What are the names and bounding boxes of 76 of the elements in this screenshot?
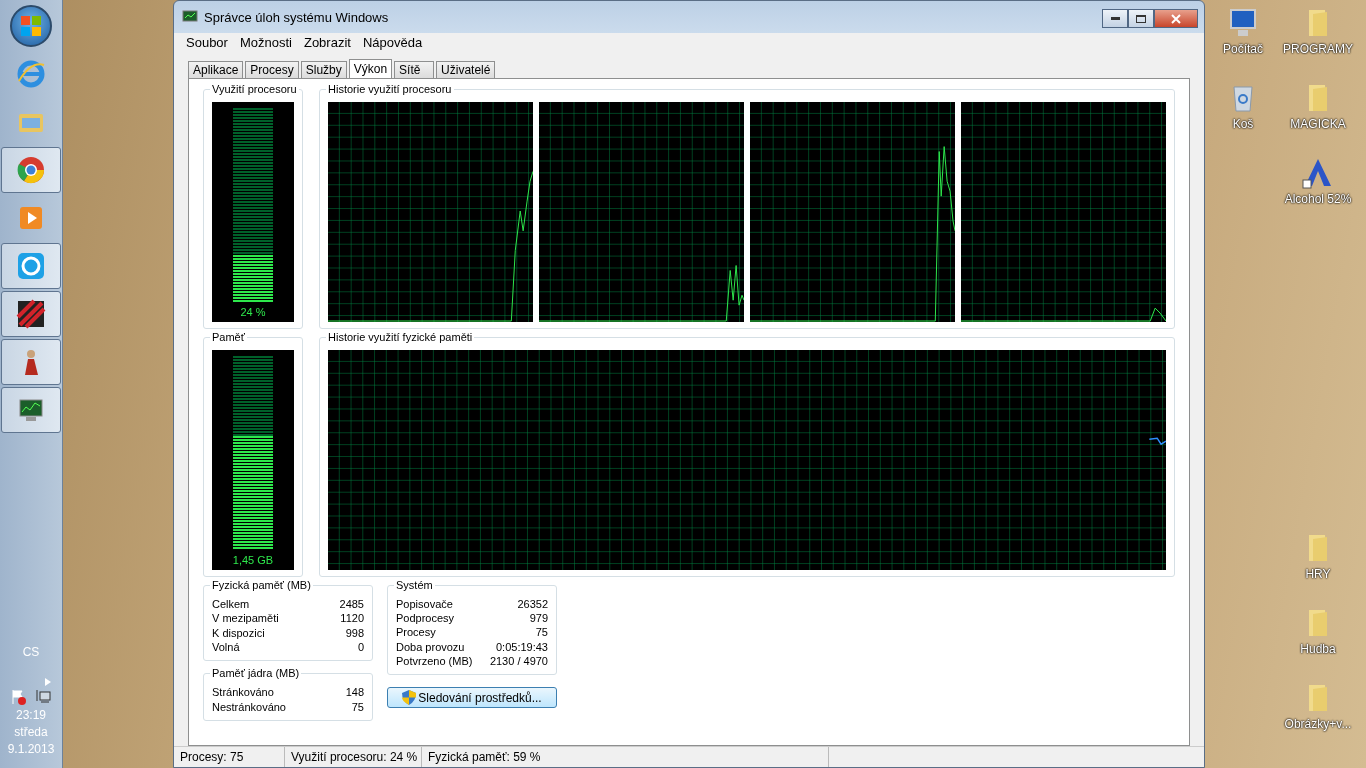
group-title: Využití procesoru <box>210 83 299 95</box>
flag-error-icon[interactable] <box>11 689 27 705</box>
resource-monitor-button[interactable]: Sledování prostředků... <box>387 687 557 708</box>
stat-value: 2130 / 4970 <box>489 654 548 668</box>
taskbar-button[interactable] <box>1 291 61 337</box>
stat-label: Volná <box>212 640 241 654</box>
round-logo-icon <box>16 155 46 185</box>
status-text: Využití procesoru: 24 % <box>285 747 422 767</box>
group-title: Systém <box>394 579 435 591</box>
close-icon <box>1171 13 1181 24</box>
minimize-icon <box>1110 17 1120 20</box>
stat-value: 0 <box>356 640 364 654</box>
stat-label: Popisovače <box>396 598 454 612</box>
stat-value: 75 <box>350 700 364 714</box>
stat-value: 26352 <box>516 598 548 612</box>
desktop-shortcut[interactable]: Počítač <box>1209 6 1277 81</box>
clock-day[interactable]: středa <box>14 725 48 739</box>
menu-item[interactable]: Soubor <box>180 34 234 50</box>
clock-time[interactable]: 23:19 <box>16 708 46 722</box>
menu-item[interactable]: Nápověda <box>356 34 429 50</box>
group-title: Paměť <box>210 331 247 343</box>
striped-logo-icon <box>16 299 46 329</box>
stat-label: Podprocesy <box>396 612 456 626</box>
e-logo-icon <box>16 59 46 89</box>
tab[interactable]: Aplikace <box>188 61 244 78</box>
group-title: Historie využití procesoru <box>326 83 454 95</box>
desktop-shortcut[interactable]: Obrázky+v... <box>1277 681 1359 756</box>
tab[interactable]: Procesy <box>245 61 299 78</box>
stat-label: Procesy <box>396 626 437 640</box>
stat-label: Doba provozu <box>396 640 466 654</box>
menu-item[interactable]: Zobrazit <box>297 34 357 50</box>
tab[interactable]: Uživatelé <box>436 61 496 78</box>
stat-value: 75 <box>534 626 548 640</box>
desktop-shortcut[interactable]: Alcohol 52% <box>1277 156 1359 231</box>
desktop-shortcut[interactable]: Koš <box>1209 81 1277 156</box>
clock-date[interactable]: 9.1.2013 <box>7 742 55 756</box>
monitor-icon <box>182 10 198 24</box>
minimize-button[interactable] <box>1102 9 1128 28</box>
menu-item[interactable]: Možnosti <box>233 34 298 50</box>
network-icon[interactable] <box>35 689 51 705</box>
maximize-icon <box>1136 14 1146 23</box>
status-text: Fyzická paměť: 59 % <box>422 747 829 767</box>
language-indicator[interactable]: CS <box>22 645 40 659</box>
stat-label: Nestránkováno <box>212 700 287 714</box>
stat-label: K dispozici <box>212 626 266 640</box>
maximize-button[interactable] <box>1128 9 1154 28</box>
stat-value: 998 <box>344 626 364 640</box>
stat-label: V mezipaměti <box>212 612 280 626</box>
stat-value: 1120 <box>339 612 364 626</box>
tab[interactable]: Služby <box>300 61 347 78</box>
tab[interactable]: Sítě <box>394 61 435 78</box>
windows-logo-icon <box>20 15 42 37</box>
group-title: Fyzická paměť (MB) <box>210 579 313 591</box>
stat-label: Potvrzeno (MB) <box>396 654 474 668</box>
stat-label: Stránkováno <box>212 686 275 700</box>
meter-reading: 24 % <box>240 306 266 318</box>
meter-reading: 1,45 GB <box>232 554 274 566</box>
stat-value: 0:05:19:43 <box>495 640 548 654</box>
start-button[interactable] <box>10 5 52 47</box>
group-title: Paměť jádra (MB) <box>210 667 302 679</box>
desktop-shortcut[interactable]: PROGRAMY <box>1277 6 1359 81</box>
stat-value: 979 <box>528 612 548 626</box>
desktop-shortcut[interactable]: MAGICKA <box>1277 81 1359 156</box>
desktop-shortcut[interactable]: HRY <box>1277 531 1359 606</box>
group-title: Historie využití fyzické paměti <box>326 331 475 343</box>
tab[interactable]: Výkon <box>348 59 393 78</box>
stat-value: 2485 <box>339 598 364 612</box>
taskbar-button[interactable] <box>1 387 61 433</box>
stat-value: 148 <box>345 686 364 700</box>
close-button[interactable] <box>1154 9 1198 28</box>
stat-label: Celkem <box>212 598 251 612</box>
desktop-shortcut[interactable]: Hudba <box>1277 606 1359 681</box>
status-text: Procesy: 75 <box>174 747 285 767</box>
chat-logo-icon <box>16 251 46 281</box>
shield-icon <box>402 690 417 705</box>
window-title: Správce úloh systému Windows <box>204 9 389 25</box>
